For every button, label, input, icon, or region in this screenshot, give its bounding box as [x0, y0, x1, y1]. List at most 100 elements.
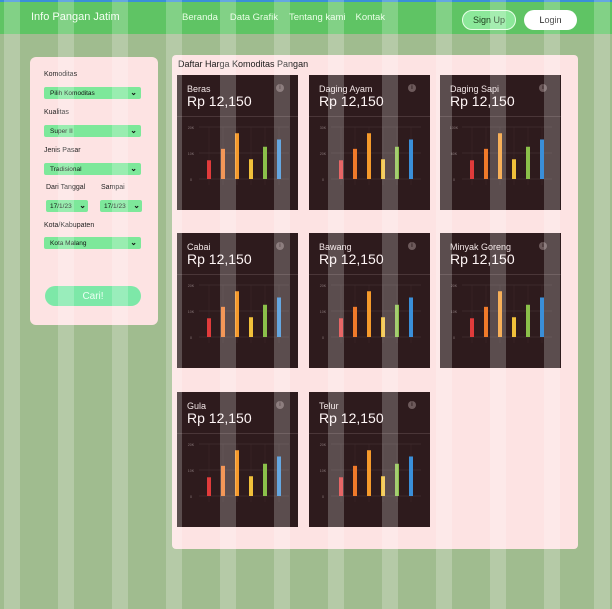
- info-icon[interactable]: i: [408, 242, 416, 250]
- y-tick-label: 30K: [320, 126, 327, 130]
- y-tick-label: 20K: [188, 126, 195, 130]
- chart-bar: [512, 159, 516, 179]
- nav-kontak[interactable]: Kontak: [355, 12, 385, 23]
- chart-bar: [526, 146, 530, 179]
- chevron-down-icon: ⌄: [130, 126, 137, 135]
- chart-bar: [470, 318, 474, 337]
- chart-bar: [381, 317, 385, 337]
- info-icon[interactable]: i: [408, 401, 416, 409]
- commodity-card[interactable]: Daging Ayam Rp 12,150 i 30K 20K 0: [309, 75, 430, 210]
- commodity-price: Rp 12,150: [450, 251, 515, 267]
- dari-tanggal-label: Dari Tanggal: [46, 184, 86, 191]
- y-tick-label: 20K: [320, 443, 327, 447]
- chart-bar: [395, 304, 399, 337]
- y-tick-label: 0: [190, 178, 192, 182]
- kota-select[interactable]: Kota Malang ⌄: [44, 237, 141, 249]
- chart-bar: [353, 465, 357, 496]
- commodity-price: Rp 12,150: [187, 410, 252, 426]
- commodity-card[interactable]: Cabai Rp 12,150 i 20K 10K 0: [177, 233, 298, 368]
- y-tick-label: 20K: [451, 284, 458, 288]
- info-icon[interactable]: i: [276, 242, 284, 250]
- chart-bar: [221, 148, 225, 179]
- grid-column: [594, 0, 610, 609]
- info-icon[interactable]: i: [539, 84, 547, 92]
- y-tick-label: 20K: [188, 284, 195, 288]
- mini-bar-chart: 20K 10K 0: [320, 284, 421, 343]
- signup-button[interactable]: Sign Up: [462, 10, 516, 30]
- sampai-select[interactable]: 17/1/23 ⌄: [100, 200, 142, 212]
- chart-bar: [339, 160, 343, 179]
- dari-tanggal-select[interactable]: 17/1/23 ⌄: [46, 200, 88, 212]
- y-tick-label: 0: [322, 178, 324, 182]
- chart-bar: [249, 317, 253, 337]
- nav-data-grafik[interactable]: Data Grafik: [230, 12, 278, 23]
- commodity-price: Rp 12,150: [319, 410, 384, 426]
- grid-column: [4, 0, 20, 609]
- y-tick-label: 60K: [451, 152, 458, 156]
- mini-bar-chart: 20K 10K 0: [320, 443, 421, 502]
- chart-bar: [367, 133, 371, 179]
- kualitas-label: Kualitas: [44, 109, 69, 116]
- chart-bar: [498, 133, 502, 179]
- info-icon[interactable]: i: [408, 84, 416, 92]
- y-tick-label: 10K: [451, 310, 458, 314]
- chart-bar: [221, 465, 225, 496]
- chart-bar: [526, 304, 530, 337]
- chevron-down-icon: ⌄: [130, 88, 137, 97]
- main-nav: Beranda Data Grafik Tentang kami Kontak: [182, 12, 385, 23]
- y-tick-label: 0: [453, 336, 455, 340]
- sampai-value: 17/1/23: [104, 202, 126, 210]
- chart-bar: [277, 297, 281, 337]
- commodity-card[interactable]: Telur Rp 12,150 i 20K 10K 0: [309, 392, 430, 527]
- commodity-card[interactable]: Beras Rp 12,150 i 20K 10K 0: [177, 75, 298, 210]
- nav-tentang-kami[interactable]: Tentang kami: [289, 12, 346, 23]
- commodity-card[interactable]: Bawang Rp 12,150 i 20K 10K 0: [309, 233, 430, 368]
- chart-bar: [277, 139, 281, 179]
- nav-beranda[interactable]: Beranda: [182, 12, 218, 23]
- komoditas-select[interactable]: Pilih Komoditas ⌄: [44, 87, 141, 99]
- chart-bar: [540, 139, 544, 179]
- chevron-down-icon: ⌄: [130, 164, 137, 173]
- commodity-price: Rp 12,150: [319, 251, 384, 267]
- chart-bar: [263, 304, 267, 337]
- jenis-pasar-select[interactable]: Tradisional ⌄: [44, 163, 141, 175]
- commodity-card[interactable]: Minyak Goreng Rp 12,150 i 20K 10K 0: [440, 233, 561, 368]
- info-icon[interactable]: i: [276, 401, 284, 409]
- chart-bar: [339, 318, 343, 337]
- mini-bar-chart: 20K 10K 0: [188, 126, 289, 185]
- y-tick-label: 10K: [320, 310, 327, 314]
- chevron-down-icon: ⌄: [79, 201, 86, 210]
- kualitas-select[interactable]: Super II ⌄: [44, 125, 141, 137]
- jenis-pasar-value: Tradisional: [50, 165, 82, 173]
- commodity-price: Rp 12,150: [319, 93, 384, 109]
- chart-bar: [512, 317, 516, 337]
- mini-bar-chart: 30K 20K 0: [320, 126, 421, 185]
- chart-bar: [484, 148, 488, 179]
- chart-bar: [395, 463, 399, 496]
- jenis-pasar-label: Jenis Pasar: [44, 147, 81, 154]
- y-tick-label: 100K: [450, 126, 459, 130]
- chart-bar: [235, 133, 239, 179]
- commodity-card[interactable]: Daging Sapi Rp 12,150 i 100K 60K 0: [440, 75, 561, 210]
- search-button[interactable]: Cari!: [45, 286, 141, 306]
- komoditas-label: Komoditas: [44, 71, 78, 78]
- chart-bar: [207, 477, 211, 496]
- login-button[interactable]: Login: [524, 10, 577, 30]
- y-tick-label: 10K: [188, 152, 195, 156]
- dari-tanggal-value: 17/1/23: [50, 202, 72, 210]
- kualitas-value: Super II: [50, 127, 73, 135]
- chart-bar: [339, 477, 343, 496]
- chart-bar: [263, 463, 267, 496]
- brand-title[interactable]: Info Pangan Jatim: [31, 11, 120, 23]
- info-icon[interactable]: i: [539, 242, 547, 250]
- info-icon[interactable]: i: [276, 84, 284, 92]
- chart-bar: [381, 476, 385, 496]
- chart-bar: [367, 291, 371, 337]
- y-tick-label: 10K: [188, 310, 195, 314]
- commodity-card[interactable]: Gula Rp 12,150 i 20K 10K 0: [177, 392, 298, 527]
- y-tick-label: 10K: [188, 469, 195, 473]
- mini-bar-chart: 20K 10K 0: [188, 443, 289, 502]
- chart-bar: [221, 306, 225, 337]
- chart-bar: [409, 139, 413, 179]
- mini-bar-chart: 100K 60K 0: [450, 126, 552, 185]
